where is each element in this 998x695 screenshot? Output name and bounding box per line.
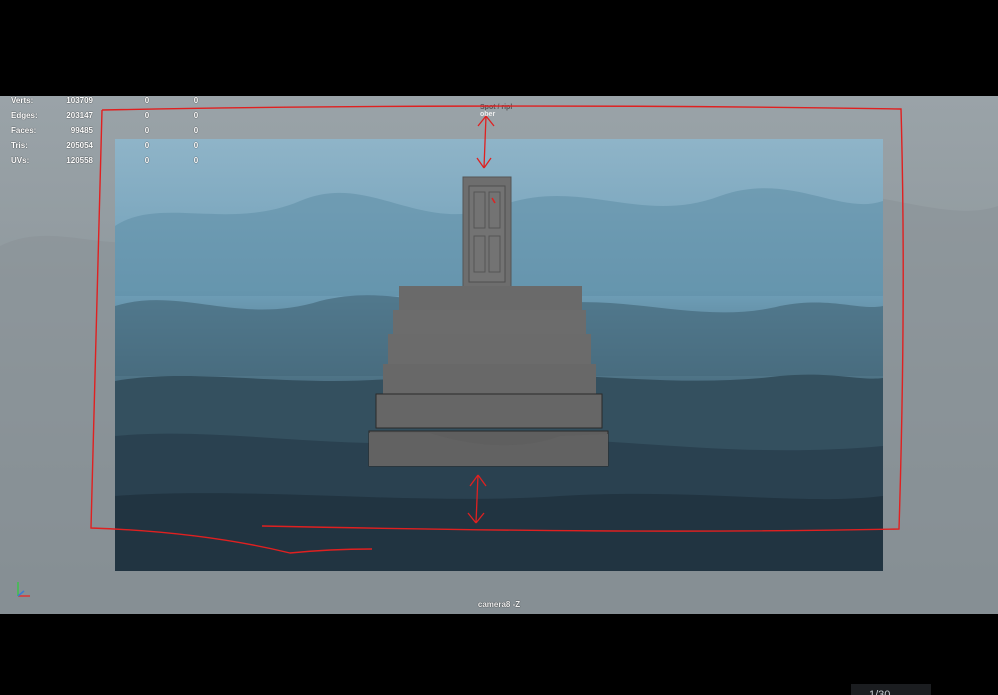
overlay-line-1: Spot / ripl <box>480 104 513 111</box>
step-3 <box>388 334 591 366</box>
hud-selected: 0 <box>144 111 150 120</box>
hud-label: Verts: <box>11 96 34 105</box>
hud-row-tris: Tris: 205054 0 0 <box>11 141 201 156</box>
hud-row-edges: Edges: 203147 0 0 <box>11 111 201 126</box>
hud-selected: 0 <box>144 126 150 135</box>
step-5 <box>375 393 603 429</box>
hud-selected: 0 <box>144 156 150 165</box>
axis-gizmo-icon <box>17 582 30 597</box>
step-2 <box>393 310 586 336</box>
hud-total: 120558 <box>66 156 93 165</box>
hud-total: 99485 <box>70 126 93 135</box>
hud-label: Tris: <box>11 141 28 150</box>
scene-render <box>0 96 998 614</box>
ground-layer-3 <box>115 493 883 571</box>
viewport-top-overlay: Spot / ripl ober <box>472 104 532 122</box>
hud-total: 103709 <box>66 96 93 105</box>
hud-third: 0 <box>193 126 199 135</box>
hud-row-uvs: UVs: 120558 0 0 <box>11 156 201 171</box>
hud-total: 203147 <box>66 111 93 120</box>
hud-total: 205054 <box>66 141 93 150</box>
hud-third: 0 <box>193 111 199 120</box>
overlay-line-2: ober <box>480 111 496 118</box>
hud-third: 0 <box>193 96 199 105</box>
hud-row-verts: Verts: 103709 0 0 <box>11 96 201 111</box>
hud-row-faces: Faces: 99485 0 0 <box>11 126 201 141</box>
hud-third: 0 <box>193 141 199 150</box>
hud-label: Edges: <box>11 111 38 120</box>
frame-readout: 1/30 <box>851 684 931 695</box>
step-1 <box>399 286 582 312</box>
camera-label: camera8 -Z <box>477 600 521 609</box>
hud-selected: 0 <box>144 141 150 150</box>
hud-label: Faces: <box>11 126 37 135</box>
hud-third: 0 <box>193 156 199 165</box>
hud-selected: 0 <box>144 96 150 105</box>
hud-label: UVs: <box>11 156 30 165</box>
step-4 <box>383 364 596 394</box>
poly-count-hud: Verts: 103709 0 0 Edges: 203147 0 0 Face… <box>11 96 201 171</box>
maya-viewport[interactable]: Verts: 103709 0 0 Edges: 203147 0 0 Face… <box>0 96 998 614</box>
